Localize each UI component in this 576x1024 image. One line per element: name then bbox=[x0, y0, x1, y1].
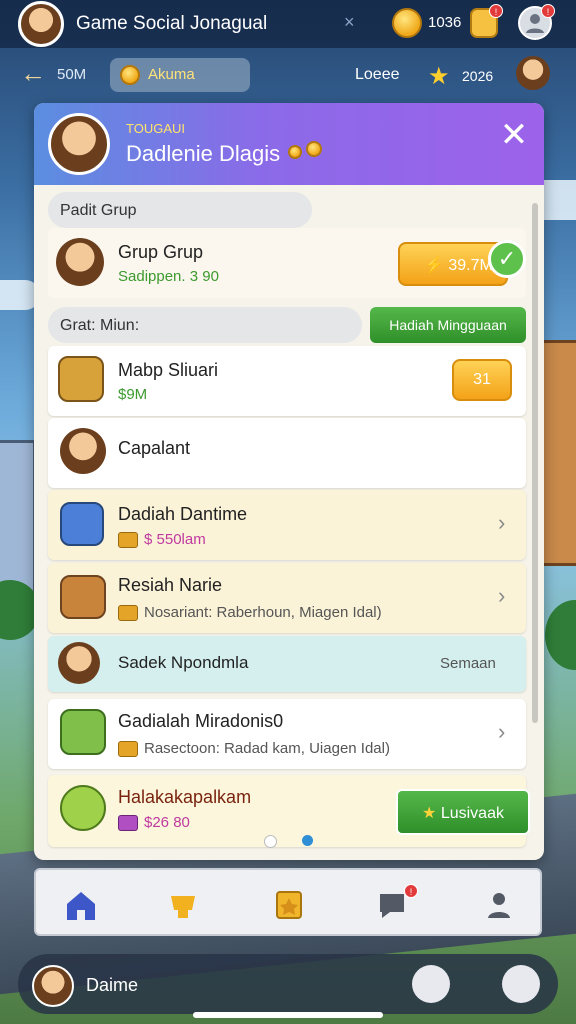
bottom-nav: ! bbox=[34, 868, 542, 936]
item-title: Halakakapalkam bbox=[118, 787, 252, 807]
item-title: Resiah Narie bbox=[118, 575, 223, 595]
coin-icon bbox=[120, 65, 140, 85]
scrollbar[interactable] bbox=[532, 203, 538, 723]
bush bbox=[545, 600, 576, 670]
close-button[interactable]: ✕ bbox=[496, 118, 532, 155]
house-right bbox=[540, 340, 576, 566]
notification-badge: ! bbox=[489, 4, 503, 18]
coin-icon bbox=[306, 141, 322, 157]
group-title: Grup Grup bbox=[118, 242, 204, 262]
list-item[interactable]: Halakakapalkam $26 80 ★ Lusivaak bbox=[48, 775, 530, 847]
item-subtitle: $9M bbox=[118, 386, 148, 403]
coin-stack-icon bbox=[118, 532, 138, 548]
item-title: Dadiah Dantime bbox=[118, 504, 248, 524]
list-item[interactable]: Resiah Narie Nosariant: Raberhoun, Miage… bbox=[48, 563, 526, 633]
sub-right-label: Loeee bbox=[355, 66, 400, 83]
pager-dot-active[interactable] bbox=[302, 835, 313, 846]
item-title: Gadialah Miradonis0 bbox=[118, 711, 284, 731]
item-title: Sadek Npondmla bbox=[118, 653, 249, 672]
character-icon bbox=[60, 428, 106, 474]
item-claim-button[interactable]: 31 bbox=[452, 359, 512, 401]
list-item[interactable]: Capalant bbox=[48, 418, 526, 488]
akuma-pill-label: Akuma bbox=[148, 66, 195, 83]
group-subtitle: Sadippen. 3 90 bbox=[118, 268, 219, 285]
section-label: Grat: Miun: bbox=[60, 317, 140, 334]
home-indicator bbox=[193, 1012, 383, 1018]
checkmark-icon: ✓ bbox=[488, 240, 526, 278]
item-right-text: Semaan bbox=[440, 655, 496, 672]
modal-avatar bbox=[48, 113, 110, 175]
coin-icon bbox=[288, 145, 302, 159]
sub-right-count: 2026 bbox=[462, 68, 494, 84]
check-bubble-icon[interactable] bbox=[412, 965, 450, 1003]
character-icon bbox=[516, 56, 550, 90]
coin-icon bbox=[392, 8, 422, 38]
rewards-modal: TOUGAUI Dadlenie Dlagis ✕ Padit Grup Gru… bbox=[34, 103, 544, 860]
chest-icon bbox=[58, 356, 104, 402]
gift-box-icon bbox=[60, 502, 104, 546]
player-avatar[interactable] bbox=[18, 1, 64, 47]
item-subtitle: $ 550lam bbox=[144, 531, 206, 548]
badge-icon[interactable] bbox=[272, 888, 306, 922]
item-subtitle: Nosariant: Raberhoun, Miagen Idal) bbox=[144, 604, 382, 621]
flower-badge-icon bbox=[60, 709, 106, 755]
home-icon[interactable] bbox=[64, 888, 98, 922]
item-title: Capalant bbox=[118, 438, 191, 458]
gem-icon bbox=[118, 815, 138, 831]
item-subtitle: Rasectoon: Radad kam, Uiagen Idal) bbox=[144, 740, 390, 757]
house-left bbox=[0, 440, 36, 596]
sub-left-label: 50M bbox=[57, 66, 87, 83]
crate-icon bbox=[60, 575, 106, 619]
section-label: Padit Grup bbox=[60, 202, 137, 219]
modal-header: TOUGAUI Dadlenie Dlagis ✕ bbox=[34, 103, 544, 185]
group-card[interactable]: Grup Grup Sadippen. 3 90 ⚡ 39.7M ✓ bbox=[48, 228, 526, 298]
notification-badge: ! bbox=[404, 884, 418, 898]
coin-count: 1036 bbox=[428, 14, 462, 31]
fruit-icon bbox=[60, 785, 106, 831]
modal-subtitle: TOUGAUI bbox=[126, 121, 185, 136]
settings-icon[interactable] bbox=[502, 965, 540, 1003]
trophy-icon[interactable] bbox=[166, 888, 200, 922]
character-icon bbox=[58, 642, 100, 684]
star-icon: ★ bbox=[428, 63, 450, 90]
chevron-right-icon[interactable]: › bbox=[498, 583, 505, 609]
group-icon bbox=[56, 238, 104, 286]
weekly-reward-button[interactable]: Hadiah Mingguaan bbox=[370, 307, 526, 343]
modal-title: Dadlenie Dlagis bbox=[126, 141, 281, 166]
list-item[interactable]: Mabp Sliuari $9M 31 bbox=[48, 346, 526, 416]
coin-stack-icon bbox=[118, 741, 138, 757]
close-icon[interactable]: × bbox=[344, 12, 355, 33]
item-subtitle: $26 80 bbox=[144, 814, 190, 831]
list-item[interactable]: Sadek Npondmla Semaan bbox=[48, 636, 526, 692]
pager-dot[interactable] bbox=[264, 835, 277, 848]
profile-icon[interactable] bbox=[482, 888, 516, 922]
chevron-right-icon[interactable]: › bbox=[498, 719, 505, 745]
chevron-right-icon[interactable]: › bbox=[498, 510, 505, 536]
user-avatar[interactable] bbox=[32, 965, 74, 1007]
item-title: Mabp Sliuari bbox=[118, 360, 219, 380]
list-item[interactable]: Dadiah Dantime $ 550lam › bbox=[48, 490, 526, 560]
app-title: Game Social Jonagual bbox=[76, 13, 268, 34]
notification-badge: ! bbox=[541, 4, 555, 18]
item-action-label: Lusivaak bbox=[440, 805, 504, 822]
list-item[interactable]: Gadialah Miradonis0 Rasectoon: Radad kam… bbox=[48, 699, 526, 769]
item-action-button[interactable]: ★ Lusivaak bbox=[396, 789, 530, 835]
coin-stack-icon bbox=[118, 605, 138, 621]
back-arrow-icon[interactable]: ← bbox=[20, 58, 46, 89]
bottom-label: Daime bbox=[86, 975, 139, 995]
star-icon: ★ bbox=[422, 805, 441, 822]
